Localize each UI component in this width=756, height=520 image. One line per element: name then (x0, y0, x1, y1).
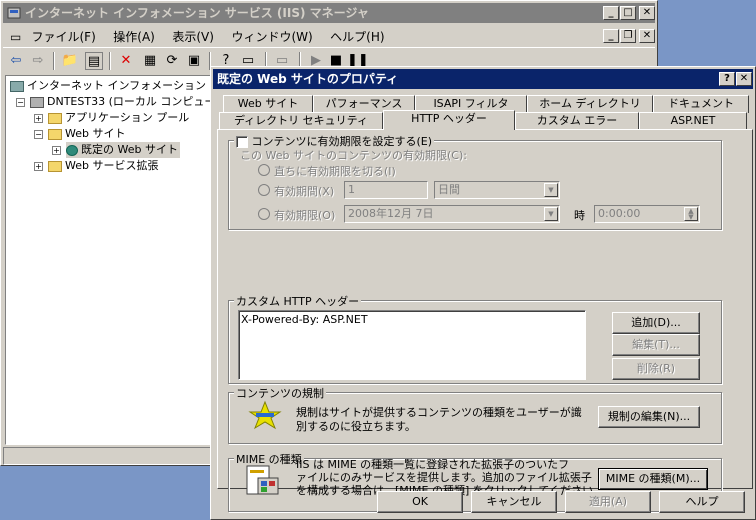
add-header-button[interactable]: 追加(D)... (612, 312, 700, 334)
globe-icon (66, 144, 78, 156)
custom-headers-list[interactable]: X-Powered-By: ASP.NET (238, 310, 586, 380)
time-label: 時 (574, 209, 585, 222)
menu-help[interactable]: ヘルプ(H) (323, 25, 391, 48)
expand-toggle[interactable]: + (34, 114, 43, 123)
close-button[interactable]: ✕ (639, 6, 655, 20)
main-title-bar[interactable]: インターネット インフォメーション サービス (IIS) マネージャ (3, 3, 655, 23)
tree-view[interactable]: インターネット インフォメーション サービス − DNTEST33 (ローカル … (5, 75, 211, 445)
mime-types-button[interactable]: MIME の種類(M)... (598, 468, 708, 490)
period-unit-select[interactable]: 日間 ▼ (434, 181, 560, 199)
expand-toggle[interactable]: − (16, 98, 25, 107)
maximize-button[interactable]: □ (620, 6, 636, 20)
tab-custom-errors[interactable]: カスタム エラー (515, 112, 639, 130)
child-close-button[interactable]: ✕ (639, 29, 655, 43)
export-list-icon[interactable]: ▣ (185, 52, 203, 70)
time-input[interactable]: 0:00:00 ▲ ▼ (594, 205, 700, 223)
expand-toggle[interactable]: + (52, 146, 61, 155)
folder-icon (48, 160, 62, 172)
custom-headers-label: カスタム HTTP ヘッダー (234, 293, 362, 309)
radio-period-label: 有効期間(X) (274, 185, 335, 198)
tab-home-directory[interactable]: ホーム ディレクトリ (527, 95, 653, 113)
rating-desc-2: 別するのに役立ちます。 (296, 420, 416, 433)
tab-aspnet[interactable]: ASP.NET (639, 112, 747, 130)
delete-icon[interactable]: ✕ (117, 52, 135, 70)
radio-immediate[interactable] (258, 164, 270, 176)
tree-default-site[interactable]: 既定の Web サイト (66, 142, 180, 158)
rating-icon (248, 400, 282, 430)
expand-toggle[interactable]: − (34, 130, 43, 139)
show-tree-icon[interactable]: ▤ (85, 52, 103, 70)
menu-view[interactable]: 表示(V) (165, 25, 221, 48)
radio-period[interactable] (258, 184, 270, 196)
up-folder-icon[interactable]: 📁 (61, 52, 79, 70)
refresh-icon[interactable]: ⟳ (163, 52, 181, 70)
forward-arrow-icon[interactable]: ⇨ (29, 52, 47, 70)
main-title: インターネット インフォメーション サービス (IIS) マネージャ (25, 6, 369, 20)
tab-directory-security[interactable]: ディレクトリ セキュリティ (219, 112, 383, 130)
tab-http-headers[interactable]: HTTP ヘッダー (383, 110, 515, 130)
dialog-title-bar[interactable]: 既定の Web サイトのプロパティ (213, 69, 753, 89)
tree-app-pools[interactable]: アプリケーション プール (48, 110, 189, 126)
toolbar-separator (53, 52, 55, 70)
tree-websites[interactable]: Web サイト (48, 126, 125, 142)
properties-dialog: 既定の Web サイトのプロパティ ? ✕ Web サイト パフォーマンス IS… (210, 66, 756, 520)
period-value-input[interactable]: 1 (344, 181, 428, 199)
iis-root-icon (10, 80, 24, 92)
expire-subtitle: この Web サイトのコンテンツの有効期限(C): (240, 149, 467, 162)
menu-window[interactable]: ウィンドウ(W) (224, 25, 319, 48)
tree-root[interactable]: インターネット インフォメーション サービス (10, 78, 210, 94)
chevron-down-icon: ▼ (544, 207, 558, 221)
http-headers-panel: コンテンツに有効期限を設定する(E) この Web サイトのコンテンツの有効期限… (217, 129, 753, 512)
toolbar-separator (109, 52, 111, 70)
minimize-button[interactable]: _ (603, 6, 619, 20)
folder-icon (48, 128, 62, 140)
remove-header-button[interactable]: 削除(R) (612, 358, 700, 380)
date-select[interactable]: 2008年12月 7日 ▼ (344, 205, 560, 223)
chevron-down-icon: ▼ (544, 183, 558, 197)
dialog-close-button[interactable]: ✕ (736, 72, 752, 86)
mime-types-icon (246, 465, 279, 495)
properties-icon[interactable]: ▦ (141, 52, 159, 70)
tree-server[interactable]: DNTEST33 (ローカル コンピュータ) (30, 94, 210, 110)
tab-documents[interactable]: ドキュメント (653, 95, 749, 113)
iis-app-icon (7, 7, 21, 19)
tab-website[interactable]: Web サイト (223, 95, 313, 113)
radio-immediate-label: 直ちに有効期限を切る(I) (274, 165, 396, 178)
child-minimize-button[interactable]: _ (603, 29, 619, 43)
menu-file[interactable]: ファイル(F) (25, 25, 103, 48)
tree-web-ext[interactable]: Web サービス拡張 (48, 158, 158, 174)
mmc-doc-icon[interactable]: ▭ (3, 27, 21, 47)
apply-button[interactable]: 適用(A) (565, 491, 651, 513)
menu-action[interactable]: 操作(A) (106, 25, 162, 48)
rating-label: コンテンツの規制 (234, 385, 326, 401)
back-arrow-icon[interactable]: ⇦ (7, 52, 25, 70)
radio-date[interactable] (258, 208, 270, 220)
ok-button[interactable]: OK (377, 491, 463, 513)
child-restore-button[interactable]: ❐ (620, 29, 636, 43)
cancel-button[interactable]: キャンセル (471, 491, 557, 513)
folder-icon (48, 112, 62, 124)
menu-bar: ▭ ファイル(F) 操作(A) 表示(V) ウィンドウ(W) ヘルプ(H) (3, 25, 655, 45)
edit-rating-button[interactable]: 規制の編集(N)... (598, 406, 700, 428)
expand-toggle[interactable]: + (34, 162, 43, 171)
edit-header-button[interactable]: 編集(T)... (612, 334, 700, 356)
dialog-help-button[interactable]: ? (719, 72, 735, 86)
server-icon (30, 96, 44, 108)
dialog-title: 既定の Web サイトのプロパティ (217, 72, 399, 86)
radio-date-label: 有効期限(O) (274, 209, 336, 222)
list-item[interactable]: X-Powered-By: ASP.NET (241, 313, 368, 326)
help-button[interactable]: ヘルプ (659, 491, 745, 513)
spinner-icon: ▲ ▼ (684, 207, 698, 221)
